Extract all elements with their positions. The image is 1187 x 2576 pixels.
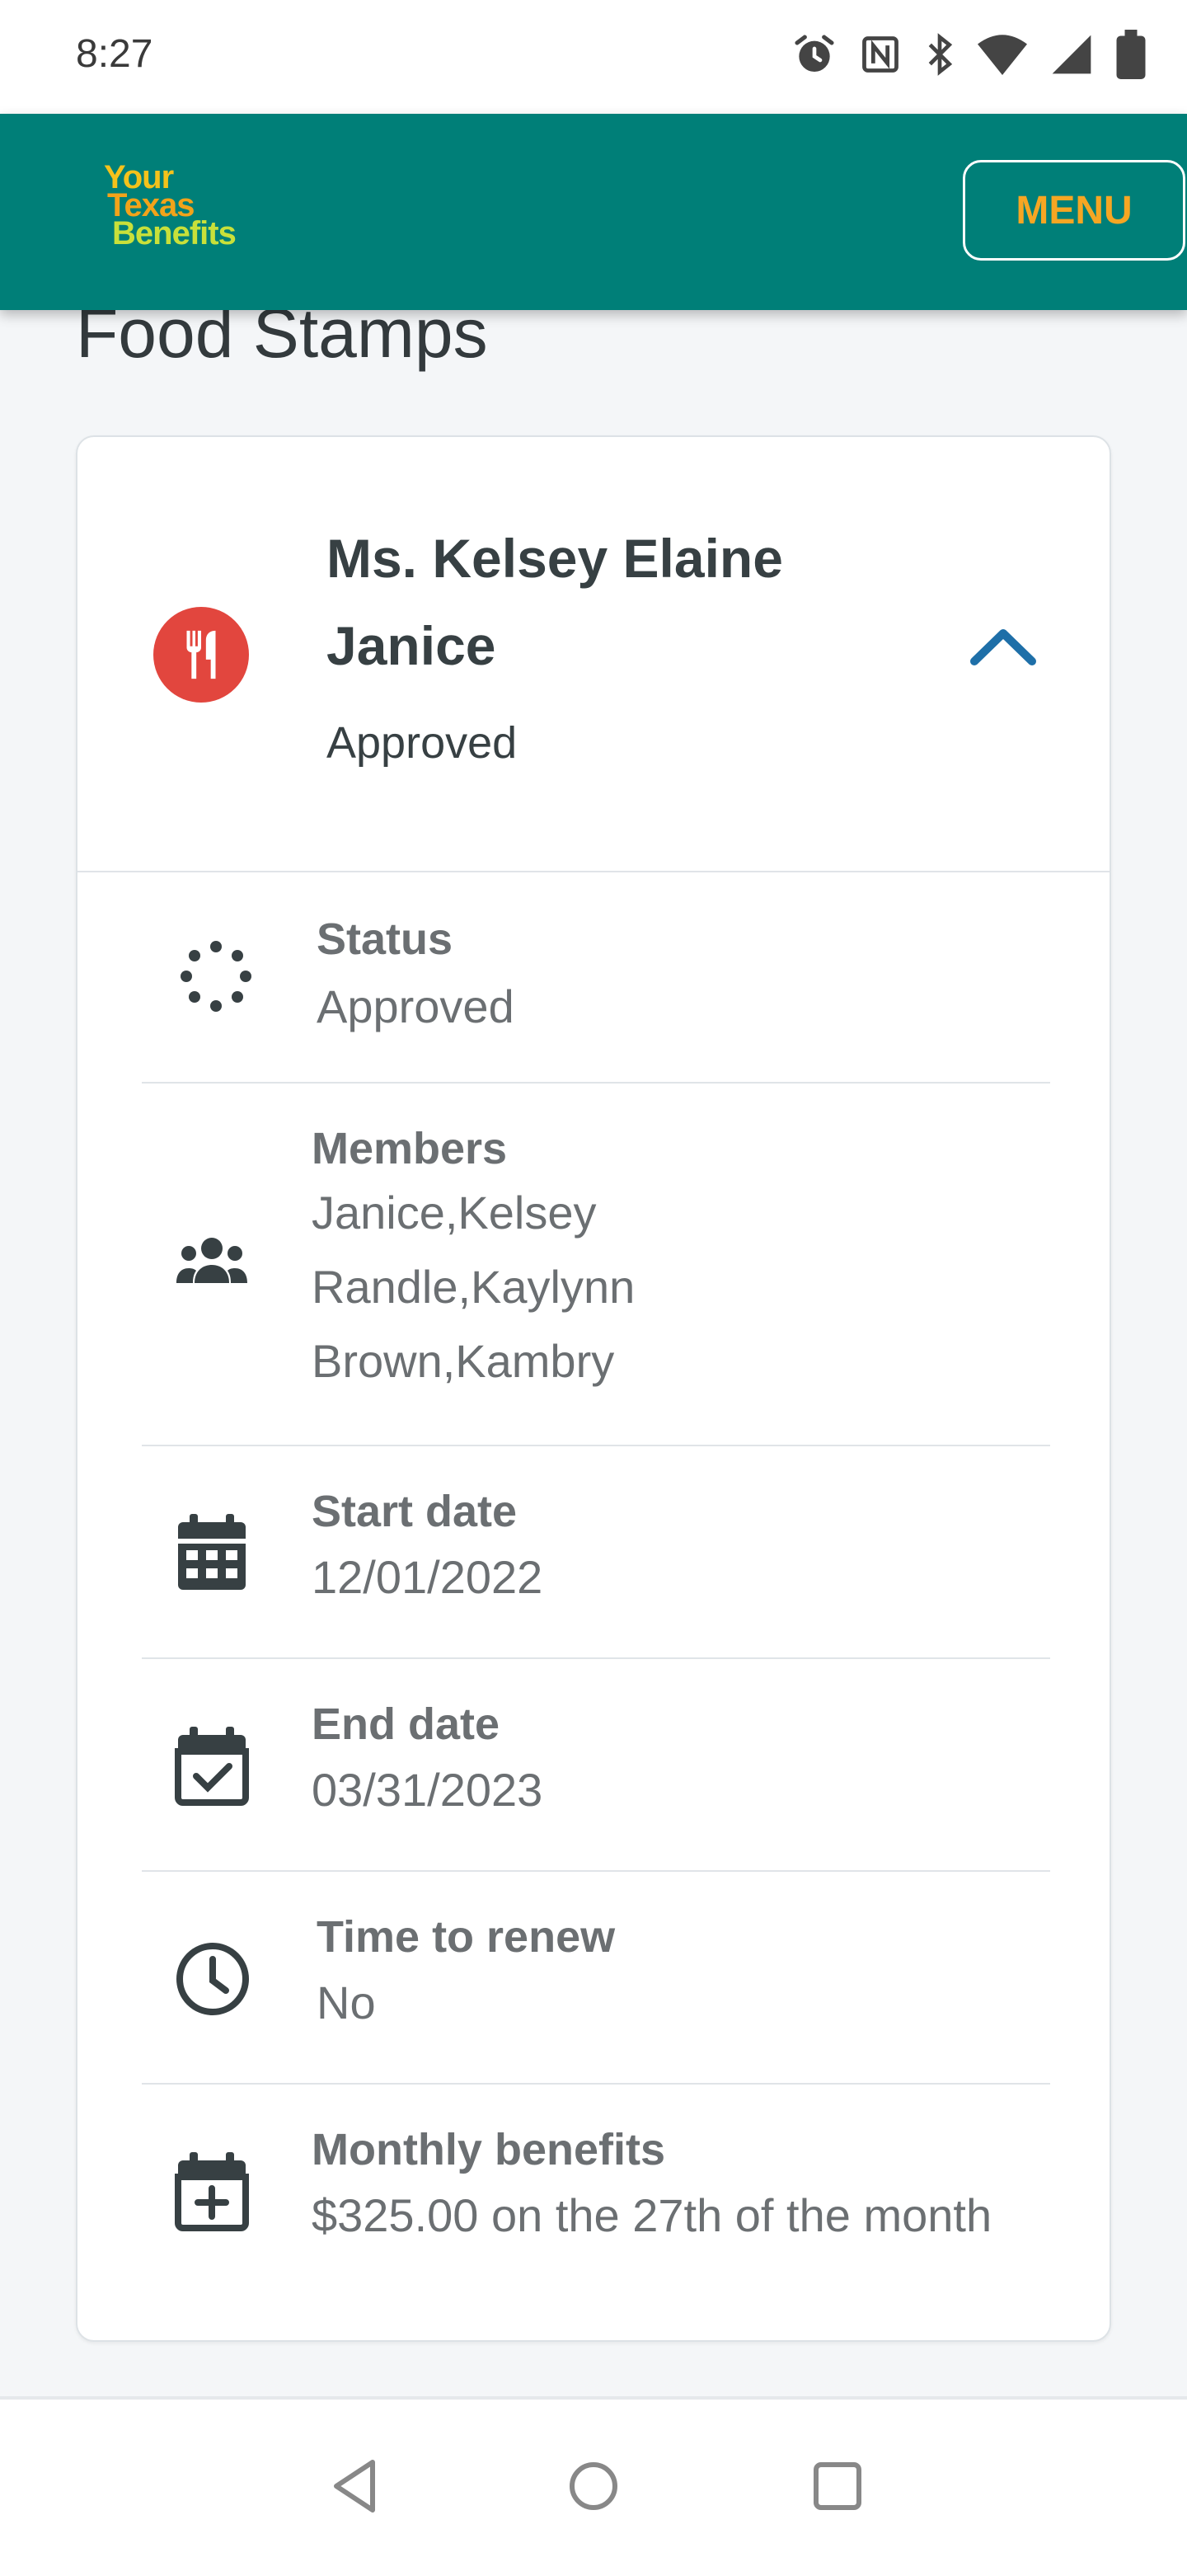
recipient-name: Ms. Kelsey Elaine Janice <box>326 528 783 676</box>
spinner-dots-icon <box>181 941 251 1012</box>
status-icons <box>791 30 1146 79</box>
bluetooth-icon <box>928 33 953 76</box>
detail-value: 12/01/2022 <box>312 1551 543 1603</box>
nfc-icon <box>862 36 898 73</box>
detail-row-monthly-benefits: Monthly benefits $325.00 on the 27th of … <box>142 2085 1050 2329</box>
detail-value: $325.00 on the 27th of the month <box>312 2189 992 2241</box>
detail-label: Monthly benefits <box>312 2125 665 2174</box>
detail-row-members: Members Janice,Kelsey Randle,Kaylynn Bro… <box>142 1084 1050 1446</box>
app-header: Your Texas Benefits MENU <box>0 114 1187 310</box>
your-texas-benefits-logo[interactable]: Your Texas Benefits <box>104 161 237 251</box>
benefit-details: Status Approved Members Janice,Kelsey Ra… <box>142 871 1050 2329</box>
recents-icon[interactable] <box>811 2457 864 2515</box>
chevron-up-icon[interactable] <box>966 622 1040 671</box>
detail-row-time-to-renew: Time to renew No <box>142 1872 1050 2085</box>
detail-value: 03/31/2023 <box>312 1764 543 1816</box>
signal-icon <box>1052 35 1091 74</box>
status-bar: 8:27 <box>0 0 1187 114</box>
back-icon[interactable] <box>328 2457 381 2515</box>
home-icon[interactable] <box>567 2457 620 2515</box>
menu-button[interactable]: MENU <box>963 160 1185 261</box>
detail-value: No <box>317 1977 376 2028</box>
logo-line-3: Benefits <box>112 215 237 251</box>
detail-row-end-date: End date 03/31/2023 <box>142 1659 1050 1872</box>
battery-icon <box>1116 30 1146 79</box>
detail-label: Members <box>312 1124 508 1173</box>
detail-value-members: Janice,Kelsey Randle,Kaylynn Brown,Kambr… <box>312 1176 635 1398</box>
member-name: Brown,Kambry <box>312 1335 615 1387</box>
detail-label: Start date <box>312 1487 518 1536</box>
calendar-plus-icon <box>175 2152 249 2231</box>
alarm-icon <box>795 35 834 72</box>
detail-label: Time to renew <box>317 1912 616 1962</box>
detail-row-start-date: Start date 12/01/2022 <box>142 1446 1050 1659</box>
program-status: Approved <box>326 718 518 768</box>
clock-icon <box>176 1943 249 2015</box>
benefit-card: Ms. Kelsey Elaine Janice Approved Status… <box>76 435 1111 2342</box>
detail-value: Approved <box>317 980 514 1032</box>
member-name: Randle,Kaylynn <box>312 1261 636 1313</box>
member-name: Janice,Kelsey <box>312 1187 597 1239</box>
calendar-check-icon <box>175 1727 249 1806</box>
system-nav-bar <box>0 2396 1187 2576</box>
wifi-icon <box>978 35 1027 75</box>
status-time: 8:27 <box>76 32 153 76</box>
detail-label: Status <box>317 914 453 964</box>
fork-knife-icon <box>153 607 249 703</box>
people-group-icon <box>176 1238 247 1283</box>
benefit-card-header[interactable]: Ms. Kelsey Elaine Janice Approved <box>77 437 1110 872</box>
detail-row-status: Status Approved <box>142 871 1050 1084</box>
calendar-grid-icon <box>178 1514 246 1590</box>
detail-label: End date <box>312 1699 500 1749</box>
